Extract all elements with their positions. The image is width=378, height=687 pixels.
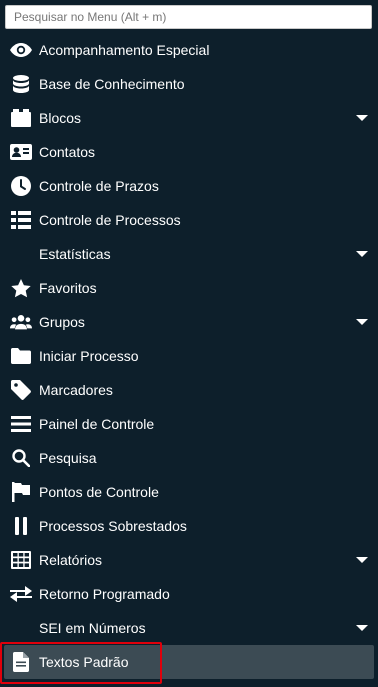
menu-item-label: Controle de Processos — [39, 212, 181, 228]
menu-item-processos-sobrestados[interactable]: Processos Sobrestados — [0, 509, 378, 543]
menu-item-painel-de-controle[interactable]: Painel de Controle — [0, 407, 378, 441]
menu-item-label: Base de Conhecimento — [39, 76, 185, 92]
menu-item-label: Textos Padrão — [39, 654, 129, 670]
menu-item-grupos[interactable]: Grupos — [0, 305, 378, 339]
menu-search-input[interactable] — [5, 5, 372, 29]
menu-item-contatos[interactable]: Contatos — [0, 135, 378, 169]
table-icon — [10, 550, 32, 570]
menu-item-label: Grupos — [39, 314, 85, 330]
menu-item-label: Iniciar Processo — [39, 348, 139, 364]
panel-icon — [10, 414, 32, 434]
menu-item-label: Favoritos — [39, 280, 97, 296]
menu-item-label: Processos Sobrestados — [39, 518, 187, 534]
menu-item-pesquisa[interactable]: Pesquisa — [0, 441, 378, 475]
menu-item-label: Blocos — [39, 110, 82, 126]
menu-item-controle-de-prazos[interactable]: Controle de Prazos — [0, 169, 378, 203]
star-icon — [10, 278, 32, 298]
menu-item-label: Marcadores — [39, 382, 113, 398]
chevron-down-icon[interactable] — [356, 625, 368, 631]
menu-item-pontos-de-controle[interactable]: Pontos de Controle — [0, 475, 378, 509]
pause-icon — [10, 516, 32, 536]
menu-item-label: Pontos de Controle — [39, 484, 159, 500]
menu-item-retorno-programado[interactable]: Retorno Programado — [0, 577, 378, 611]
chevron-down-icon[interactable] — [356, 319, 368, 325]
search-icon — [10, 448, 32, 468]
menu-item-label: Painel de Controle — [39, 416, 155, 432]
menu-item-label: Retorno Programado — [39, 586, 170, 602]
menu-item-label: Estatísticas — [39, 246, 111, 262]
menu-item-acompanhamento-especial[interactable]: Acompanhamento Especial — [0, 33, 378, 67]
folder-icon — [10, 346, 32, 366]
menu-item-sei-em-numeros[interactable]: SEI em Números — [0, 611, 378, 645]
menu-item-label: Controle de Prazos — [39, 178, 159, 194]
chevron-down-icon[interactable] — [356, 557, 368, 563]
menu-item-label: SEI em Números — [39, 620, 146, 636]
contact-card-icon — [10, 142, 32, 162]
menu-item-favoritos[interactable]: Favoritos — [0, 271, 378, 305]
menu-item-estatisticas[interactable]: Estatísticas — [0, 237, 378, 271]
menu-item-controle-de-processos[interactable]: Controle de Processos — [0, 203, 378, 237]
list-icon — [10, 210, 32, 230]
tag-icon — [10, 380, 32, 400]
menu-item-textos-padrao[interactable]: Textos Padrão — [4, 645, 374, 679]
menu-item-label: Relatórios — [39, 552, 103, 568]
menu-search-container — [5, 5, 372, 29]
side-menu: Acompanhamento Especial Base de Conhecim… — [0, 33, 378, 679]
clock-icon — [10, 176, 32, 196]
menu-item-marcadores[interactable]: Marcadores — [0, 373, 378, 407]
blocks-icon — [10, 108, 32, 128]
menu-item-iniciar-processo[interactable]: Iniciar Processo — [0, 339, 378, 373]
flag-icon — [10, 482, 32, 502]
chevron-down-icon[interactable] — [356, 115, 368, 121]
document-icon — [10, 652, 32, 672]
exchange-icon — [10, 584, 32, 604]
eye-icon — [10, 40, 32, 60]
menu-item-relatorios[interactable]: Relatórios — [0, 543, 378, 577]
chevron-down-icon[interactable] — [356, 251, 368, 257]
users-icon — [10, 312, 32, 332]
menu-item-blocos[interactable]: Blocos — [0, 101, 378, 135]
menu-item-label: Pesquisa — [39, 450, 97, 466]
database-icon — [10, 74, 32, 94]
menu-item-label: Acompanhamento Especial — [39, 42, 210, 58]
menu-item-base-de-conhecimento[interactable]: Base de Conhecimento — [0, 67, 378, 101]
menu-item-label: Contatos — [39, 144, 96, 160]
